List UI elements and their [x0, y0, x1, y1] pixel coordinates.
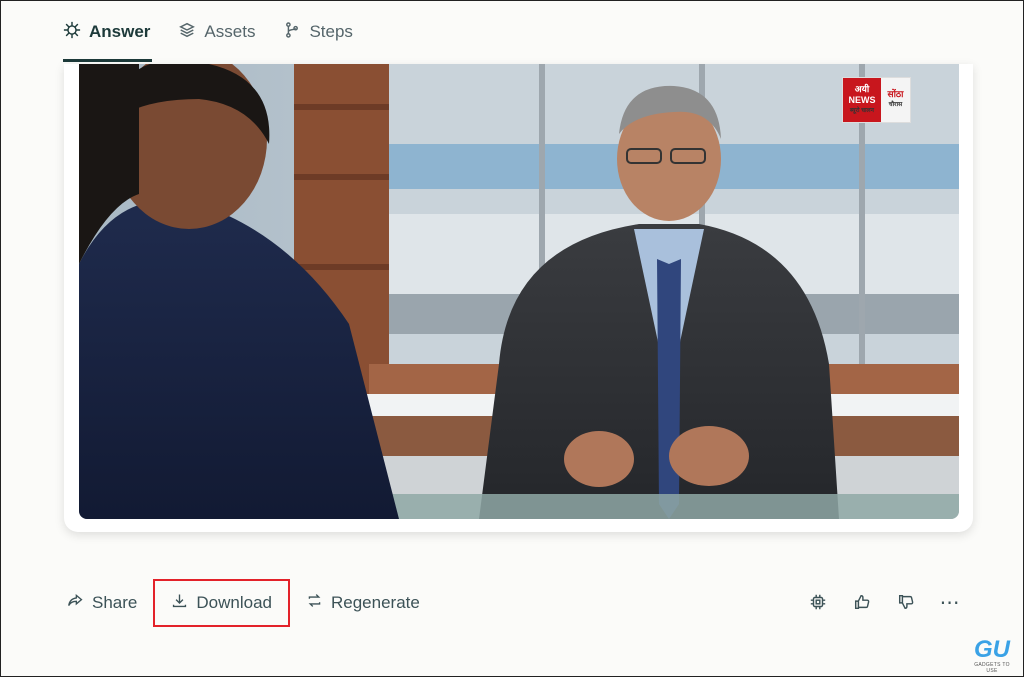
logo-text-4: सोंठा: [887, 89, 904, 99]
thumbs-down-icon[interactable]: [895, 587, 917, 617]
chip-icon[interactable]: [807, 587, 829, 617]
answer-actions: Share Download Regenerate: [67, 579, 436, 627]
tab-answer[interactable]: Answer: [63, 2, 153, 62]
channel-logo: अयी NEWS ब्यूरो चालन सोंठा चौरास: [842, 77, 911, 123]
watermark-mark: GU: [974, 636, 1010, 663]
logo-text-3: ब्यूरो चालन: [850, 107, 874, 114]
tab-steps[interactable]: Steps: [283, 2, 353, 62]
site-watermark: GU GADGETS TO USE: [969, 636, 1015, 675]
layers-icon: [178, 21, 196, 44]
tab-assets-label: Assets: [204, 22, 256, 41]
regenerate-label: Regenerate: [330, 593, 420, 612]
watermark-tagline: GADGETS TO USE: [974, 662, 1010, 674]
logo-text-1: अयी: [854, 83, 870, 94]
news-interview-image: [79, 64, 959, 519]
generated-image[interactable]: अयी NEWS ब्यूरो चालन सोंठा चौरास: [79, 64, 959, 519]
share-button[interactable]: Share: [67, 581, 153, 625]
logo-text-5: चौरास: [888, 102, 903, 108]
repeat-icon: [306, 592, 323, 614]
answer-card: अयी NEWS ब्यूरो चालन सोंठा चौरास: [64, 64, 973, 532]
app-frame: Answer Assets Steps अयी NEWS ब्यूरो चालन…: [0, 0, 1024, 677]
share-label: Share: [92, 593, 138, 612]
more-icon[interactable]: ⋯: [939, 587, 961, 617]
regenerate-button[interactable]: Regenerate: [290, 581, 436, 625]
download-icon: [171, 592, 188, 614]
feedback-actions: ⋯: [807, 587, 961, 617]
thumbs-up-icon[interactable]: [851, 587, 873, 617]
share-icon: [67, 592, 84, 614]
download-label: Download: [196, 593, 272, 612]
tab-steps-label: Steps: [309, 22, 353, 41]
logo-text-2: NEWS: [848, 94, 876, 105]
spark-bug-icon: [63, 21, 81, 44]
tab-bar: Answer Assets Steps: [63, 1, 353, 63]
tab-answer-label: Answer: [89, 22, 151, 41]
tab-assets[interactable]: Assets: [178, 2, 255, 62]
branch-icon: [283, 21, 301, 44]
download-button[interactable]: Download: [153, 579, 290, 627]
